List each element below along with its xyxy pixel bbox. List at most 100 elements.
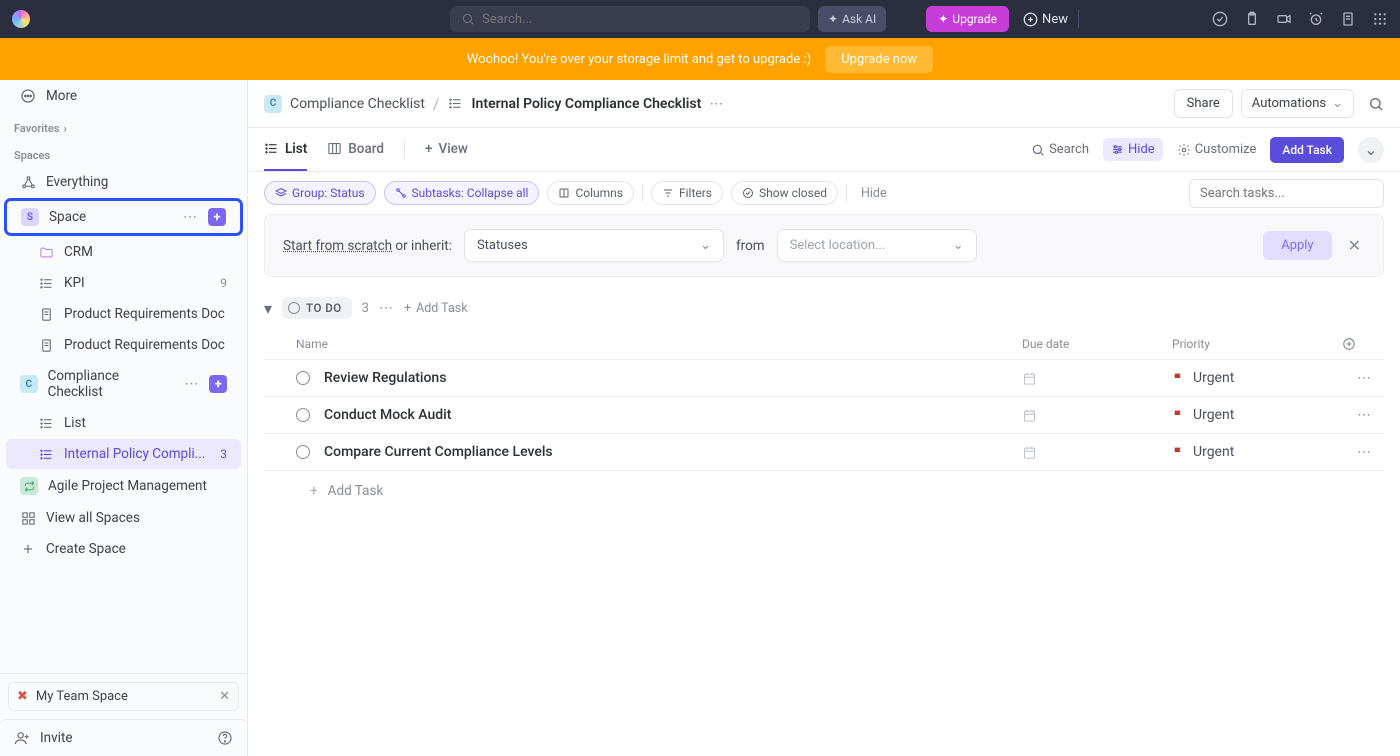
showclosed-chip[interactable]: Show closed [731,181,838,205]
hide-link[interactable]: Hide [855,186,893,201]
space-more-icon[interactable]: ⋯ [183,209,198,225]
sidebar-policy-active[interactable]: Internal Policy Compli... 3 [6,439,241,469]
sidebar-viewall[interactable]: View all Spaces [6,503,241,533]
cc-add-button[interactable]: + [209,375,227,393]
task-more-icon[interactable]: ⋯ [1342,444,1372,460]
alarm-icon[interactable] [1308,11,1324,27]
status-pill[interactable]: TO DO [282,297,352,319]
group-chip-label: Group: Status [292,186,365,200]
cc-more-icon[interactable]: ⋯ [184,376,199,392]
search-icon[interactable] [1368,96,1384,112]
global-search[interactable] [450,6,810,32]
close-icon[interactable]: ✕ [1344,232,1365,259]
inherit-from: from [736,238,765,254]
search-tasks-input[interactable] [1200,186,1373,201]
upgrade-button[interactable]: ✦ Upgrade [926,6,1009,32]
search-tool[interactable]: Search [1031,142,1089,157]
space-add-button[interactable]: + [208,208,226,226]
add-column-icon[interactable] [1342,337,1372,351]
plus-icon: + [404,301,411,316]
columns-chip[interactable]: Columns [547,181,634,205]
view-board[interactable]: Board [327,128,384,171]
table-row[interactable]: Review Regulations Urgent⋯ [264,360,1384,397]
task-due-date[interactable] [1022,371,1172,386]
add-task-button[interactable]: Add Task [1270,137,1344,163]
doc-icon[interactable] [1340,11,1356,27]
apps-icon[interactable] [1372,11,1388,27]
sidebar-crm[interactable]: CRM [6,237,241,267]
task-priority[interactable]: Urgent [1172,370,1342,386]
add-task-row[interactable]: + Add Task [264,471,1384,511]
sidebar-invite[interactable]: Invite [0,719,247,756]
col-name[interactable]: Name [296,337,1022,351]
new-button[interactable]: New [1023,12,1068,27]
sidebar-prd1[interactable]: Product Requirements Doc [6,299,241,329]
task-status-circle[interactable] [296,408,310,422]
task-more-icon[interactable]: ⋯ [1342,370,1372,386]
col-priority[interactable]: Priority [1172,337,1342,351]
search-input[interactable] [482,12,800,27]
sidebar-apm[interactable]: Agile Project Management [6,470,241,502]
ask-ai-button[interactable]: ✦ Ask AI [818,6,886,32]
task-more-icon[interactable]: ⋯ [1342,407,1372,423]
video-icon[interactable] [1276,11,1292,27]
automations-button[interactable]: Automations ⌄ [1241,89,1354,118]
task-name[interactable]: Conduct Mock Audit [324,407,1022,423]
separator [642,184,643,202]
favorites-section[interactable]: Favorites › [0,112,247,139]
check-circle-icon[interactable] [1212,11,1228,27]
customize-tool[interactable]: Customize [1177,142,1257,157]
topbar: ✦ Ask AI ✦ Upgrade New [0,0,1400,38]
status-label: TO DO [306,301,342,315]
location-select[interactable]: Select location... ⌄ [777,229,977,262]
group-header: ▾ TO DO 3 ⋯ + Add Task [248,291,1400,325]
table-row[interactable]: Compare Current Compliance Levels Urgent⋯ [264,434,1384,471]
search-tasks[interactable] [1189,179,1384,208]
sidebar-space[interactable]: S Space ⋯ + [7,201,240,233]
view-list[interactable]: List [264,128,307,171]
sidebar-prd2[interactable]: Product Requirements Doc [6,330,241,360]
task-name[interactable]: Compare Current Compliance Levels [324,444,1022,460]
crumb-current[interactable]: Internal Policy Compliance Checklist [472,96,702,112]
crumb-more-icon[interactable]: ⋯ [709,96,724,112]
upgrade-now-button[interactable]: Upgrade now [825,46,933,73]
apply-button[interactable]: Apply [1263,231,1331,260]
share-button[interactable]: Share [1174,89,1233,118]
group-chip[interactable]: Group: Status [264,181,376,205]
task-priority[interactable]: Urgent [1172,444,1342,460]
task-due-date[interactable] [1022,408,1172,423]
statuses-select[interactable]: Statuses ⌄ [464,229,724,262]
group-more-icon[interactable]: ⋯ [379,300,394,316]
crumb-parent[interactable]: Compliance Checklist [290,96,425,112]
main-content: C Compliance Checklist / Internal Policy… [248,80,1400,756]
sidebar-kpi[interactable]: KPI 9 [6,268,241,298]
subtasks-chip[interactable]: Subtasks: Collapse all [384,181,540,205]
team-space-chip[interactable]: ✖ My Team Space ✕ [8,682,239,711]
group-add-task[interactable]: + Add Task [404,301,468,316]
filters-chip[interactable]: Filters [651,181,723,205]
task-due-date[interactable] [1022,445,1172,460]
col-due[interactable]: Due date [1022,337,1172,351]
hide-tool[interactable]: Hide [1103,138,1163,161]
close-icon[interactable]: ✕ [219,689,230,704]
task-priority[interactable]: Urgent [1172,407,1342,423]
clipboard-icon[interactable] [1244,11,1260,27]
plus-icon: + [425,141,433,157]
sidebar-more[interactable]: More [6,81,241,111]
add-view[interactable]: + View [425,128,468,171]
inherit-banner: Start from scratch or inherit: Statuses … [264,214,1384,277]
sidebar-list[interactable]: List [6,408,241,438]
sidebar-create-space[interactable]: Create Space [6,534,241,564]
app-logo[interactable] [12,10,30,28]
sidebar-everything[interactable]: Everything [6,167,241,197]
task-name[interactable]: Review Regulations [324,370,1022,386]
group-add-task-label: Add Task [416,301,467,316]
task-status-circle[interactable] [296,445,310,459]
task-status-circle[interactable] [296,371,310,385]
inherit-scratch[interactable]: Start from scratch [283,238,392,254]
help-icon[interactable] [217,730,233,746]
sidebar-compliance[interactable]: C Compliance Checklist ⋯ + [6,361,241,407]
collapse-caret[interactable]: ▾ [264,299,272,318]
table-row[interactable]: Conduct Mock Audit Urgent⋯ [264,397,1384,434]
addtask-chevron[interactable]: ⌄ [1358,137,1384,163]
